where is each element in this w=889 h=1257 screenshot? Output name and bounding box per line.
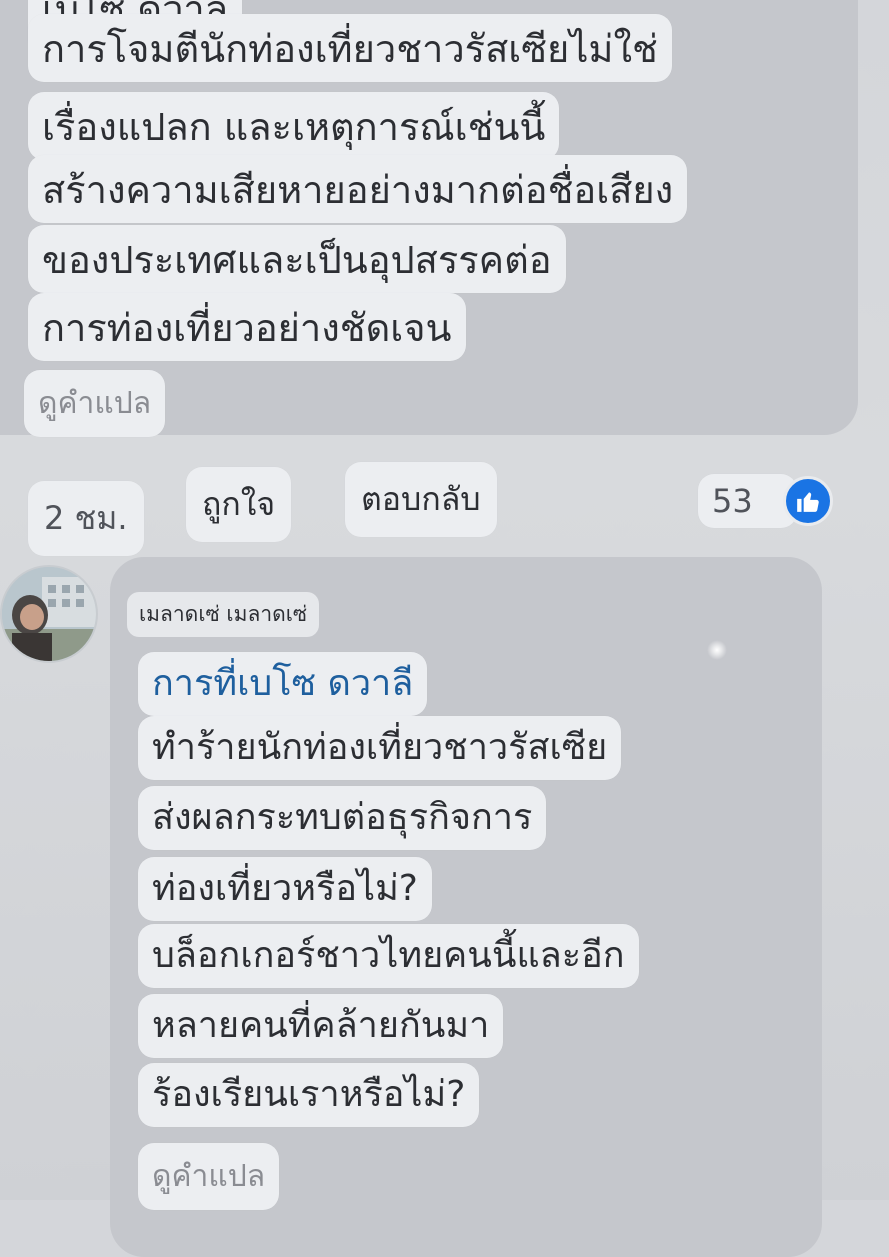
comment1-line: เรื่องแปลก และเหตุการณ์เช่นนี้ bbox=[28, 92, 560, 160]
sparkle-decoration bbox=[707, 640, 727, 660]
author-name[interactable]: เมลาดเซ่ เมลาดเซ่ bbox=[127, 592, 320, 637]
comment1-line: การโจมตีนักท่องเที่ยวชาวรัสเซียไม่ใช่ bbox=[28, 14, 672, 82]
thumbs-up-icon[interactable] bbox=[783, 476, 833, 526]
comment2-line[interactable]: การที่เบโซ ดวาลี bbox=[138, 652, 428, 716]
comment1-line: ของประเทศและเป็นอุปสรรคต่อ bbox=[28, 225, 566, 293]
comment2-line: ส่งผลกระทบต่อธุรกิจการ bbox=[138, 786, 547, 850]
comment2-line: ทำร้ายนักท่องเที่ยวชาวรัสเซีย bbox=[138, 716, 622, 780]
comment2-line: หลายคนที่คล้ายกันมา bbox=[138, 994, 504, 1058]
comment2-line: ร้องเรียนเราหรือไม่? bbox=[138, 1063, 480, 1127]
comment2-line: ท่องเที่ยวหรือไม่? bbox=[138, 857, 432, 921]
comment1-line: สร้างความเสียหายอย่างมากต่อชื่อเสียง bbox=[28, 155, 688, 223]
comment2-line: บล็อกเกอร์ชาวไทยคนนี้และอีก bbox=[138, 924, 639, 988]
see-translation-link[interactable]: ดูคำแปล bbox=[24, 370, 166, 437]
reply-button[interactable]: ตอบกลับ bbox=[345, 462, 497, 537]
timestamp: 2 ชม. bbox=[28, 481, 144, 556]
avatar[interactable] bbox=[0, 565, 98, 663]
like-count[interactable]: 53 bbox=[698, 474, 797, 528]
comment1-line: การท่องเที่ยวอย่างชัดเจน bbox=[28, 293, 466, 361]
like-button[interactable]: ถูกใจ bbox=[186, 467, 292, 542]
